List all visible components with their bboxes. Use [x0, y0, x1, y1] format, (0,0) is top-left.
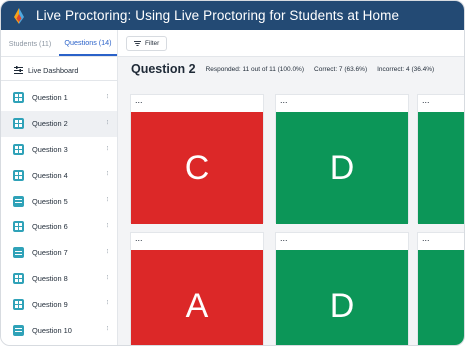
filter-button[interactable]: Filter — [126, 35, 168, 51]
card-header: ... — [422, 233, 430, 243]
sidebar-item-question-7[interactable]: Question 7 ··· — [1, 240, 117, 266]
sidebar-item-question-4[interactable]: Question 4 ··· — [1, 162, 117, 188]
incorrect-stat: Incorrect: 4 (36.4%) — [377, 65, 435, 73]
sidebar-item-question-9[interactable]: Question 9 ··· — [1, 291, 117, 317]
question-label: Question 1 — [32, 93, 68, 103]
more-vertical-icon[interactable]: ··· — [103, 119, 112, 124]
response-card[interactable]: ... C — [130, 94, 264, 224]
question-label: Question 7 — [32, 248, 68, 258]
app-window: Live Proctoring: Using Live Proctoring f… — [0, 0, 465, 346]
toolbar: Filter — [118, 30, 464, 57]
card-answer: D — [276, 250, 408, 345]
more-vertical-icon[interactable]: ··· — [103, 299, 112, 304]
list-icon — [13, 324, 24, 336]
sidebar-item-question-3[interactable]: Question 3 ··· — [1, 137, 117, 163]
card-answer: D — [276, 112, 408, 224]
question-label: Question 2 — [32, 119, 68, 129]
sliders-icon — [14, 66, 23, 74]
card-header: ... — [422, 95, 430, 105]
page-title: Question 2 — [131, 62, 196, 76]
sidebar-item-question-1[interactable]: Question 1 ··· — [1, 85, 117, 111]
card-header: ... — [280, 233, 288, 243]
sidebar-item-question-6[interactable]: Question 6 ··· — [1, 214, 117, 240]
card-answer — [418, 250, 464, 345]
card-header: ... — [135, 233, 143, 243]
sidebar: Students (11) Questions (14) Live Dashbo… — [1, 30, 118, 345]
question-label: Question 8 — [32, 273, 68, 283]
window-title: Live Proctoring: Using Live Proctoring f… — [36, 8, 400, 23]
question-label: Question 9 — [32, 299, 68, 309]
sidebar-tabs: Students (11) Questions (14) — [1, 30, 117, 57]
filter-icon — [134, 40, 141, 46]
card-answer: A — [131, 250, 263, 345]
grid-icon — [13, 92, 24, 104]
sidebar-item-question-2[interactable]: Question 2 ··· — [1, 110, 117, 137]
card-header: ... — [135, 95, 143, 105]
card-answer: C — [131, 112, 263, 224]
card-answer — [418, 112, 464, 224]
more-vertical-icon[interactable]: ··· — [103, 222, 112, 227]
more-vertical-icon[interactable]: ··· — [103, 170, 112, 175]
more-vertical-icon[interactable]: ··· — [103, 248, 112, 253]
live-dashboard-link[interactable]: Live Dashboard — [1, 60, 117, 81]
response-card[interactable]: ... — [417, 94, 464, 224]
main-panel: Filter Question 2 Responded: 11 out of 1… — [118, 30, 464, 345]
list-icon — [13, 195, 24, 207]
tab-questions[interactable]: Questions (14) — [59, 30, 117, 56]
more-vertical-icon[interactable]: ··· — [103, 325, 112, 330]
question-summary: Question 2 Responded: 11 out of 11 (100.… — [118, 57, 464, 81]
response-card[interactable]: ... D — [275, 94, 409, 224]
response-card[interactable]: ... — [417, 232, 464, 345]
question-label: Question 6 — [32, 222, 68, 232]
more-vertical-icon[interactable]: ··· — [103, 274, 112, 279]
response-card[interactable]: ... D — [275, 232, 409, 345]
responded-stat: Responded: 11 out of 11 (100.0%) — [205, 65, 305, 73]
more-vertical-icon[interactable]: ··· — [103, 145, 112, 150]
grid-icon — [13, 272, 24, 284]
sidebar-item-question-8[interactable]: Question 8 ··· — [1, 266, 117, 292]
grid-icon — [13, 221, 24, 233]
app-logo-icon — [13, 7, 27, 24]
card-header: ... — [280, 95, 288, 105]
list-icon — [13, 247, 24, 259]
title-bar: Live Proctoring: Using Live Proctoring f… — [1, 1, 464, 30]
grid-icon — [13, 118, 24, 130]
response-card[interactable]: ... A — [130, 232, 264, 345]
grid-icon — [13, 298, 24, 310]
grid-icon — [13, 143, 24, 155]
sidebar-item-question-5[interactable]: Question 5 ··· — [1, 188, 117, 214]
grid-icon — [13, 169, 24, 181]
question-list: Question 1 ··· Question 2 ··· Question 3 ··… — [1, 85, 117, 343]
question-label: Question 5 — [32, 196, 68, 206]
more-vertical-icon[interactable]: ··· — [103, 93, 112, 98]
live-dashboard-label: Live Dashboard — [28, 65, 79, 75]
tab-students[interactable]: Students (11) — [1, 30, 59, 56]
more-vertical-icon[interactable]: ··· — [103, 196, 112, 201]
question-label: Question 4 — [32, 170, 68, 180]
sidebar-item-question-10[interactable]: Question 10 ··· — [1, 317, 117, 343]
filter-label: Filter — [145, 39, 160, 47]
question-label: Question 3 — [32, 144, 68, 154]
response-grid: ... C ... D ... ... A ... D ... — [118, 81, 464, 345]
correct-stat: Correct: 7 (63.6%) — [314, 65, 368, 73]
question-label: Question 10 — [32, 325, 72, 335]
